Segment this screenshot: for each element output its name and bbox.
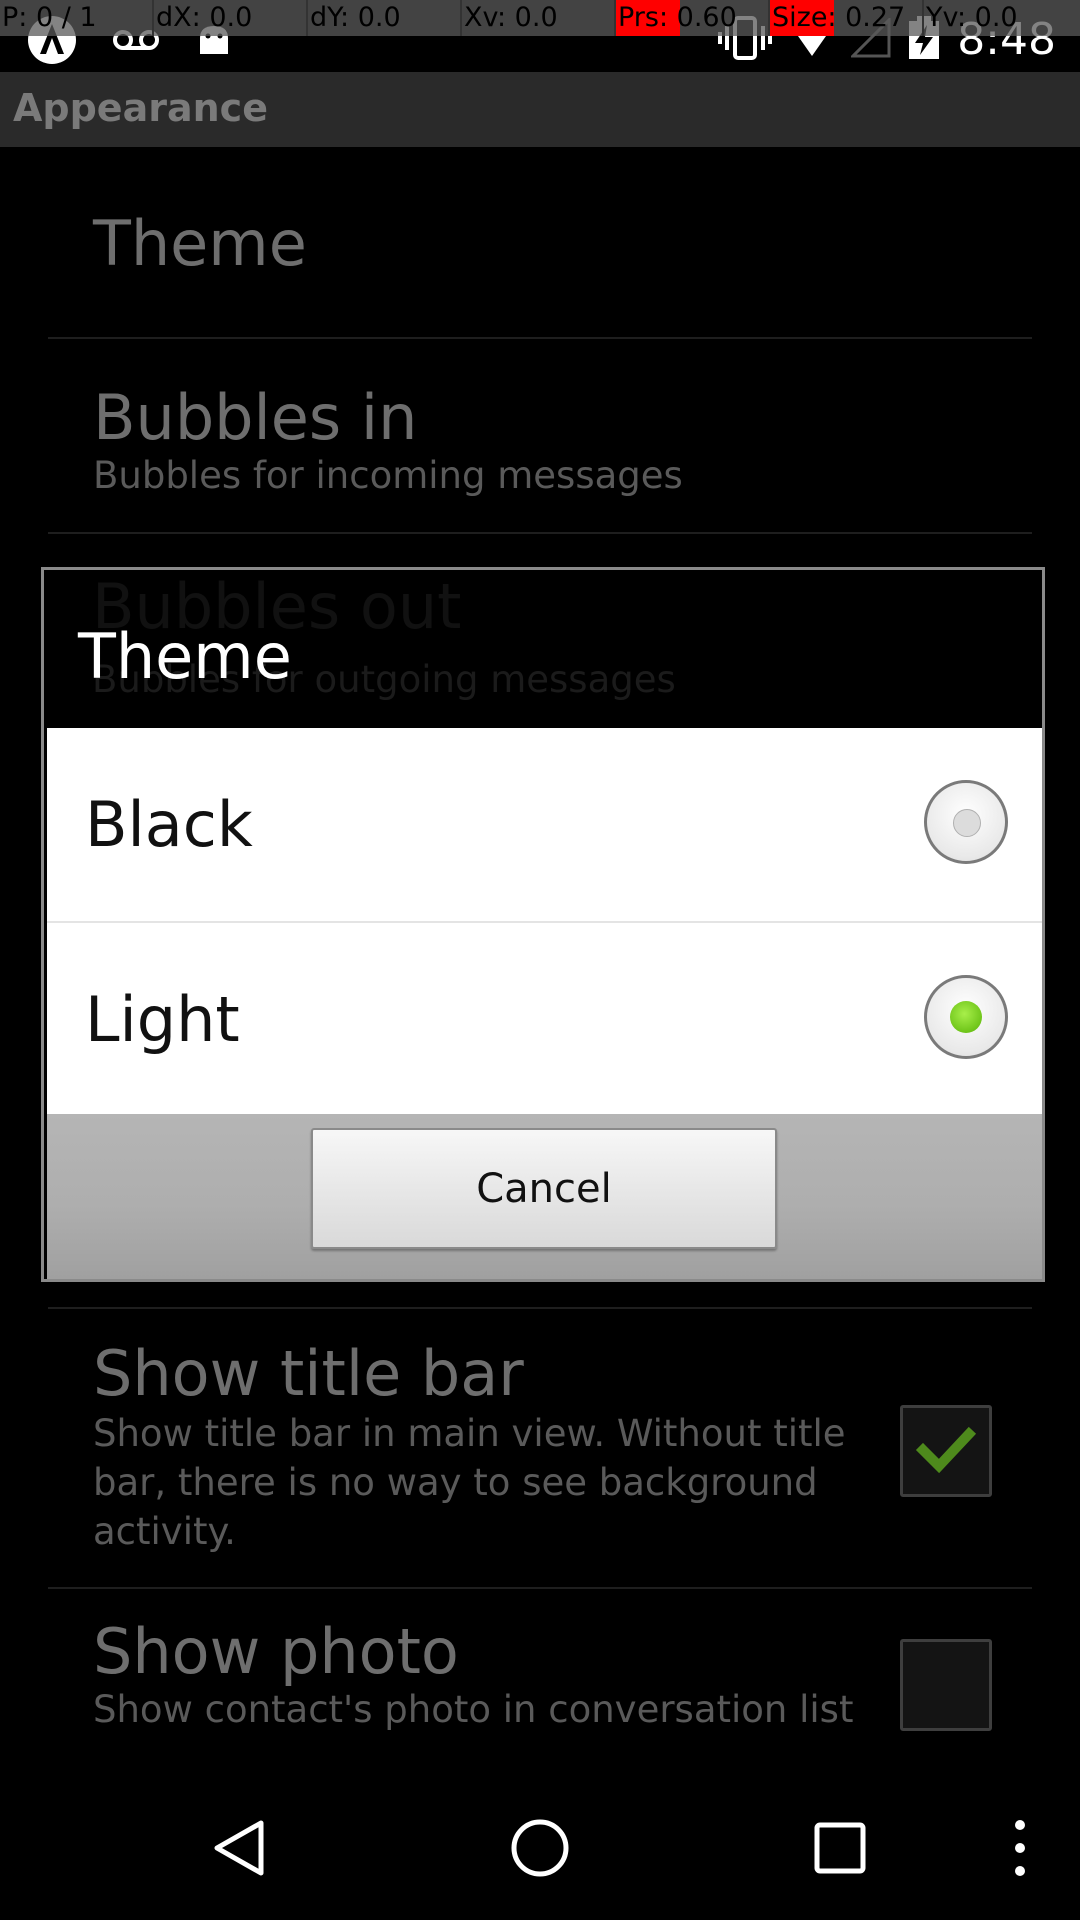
back-icon: [214, 1820, 264, 1876]
radio-button-light[interactable]: [924, 975, 1008, 1059]
debug-dx: dX: 0.0: [154, 0, 308, 36]
theme-option-black[interactable]: Black: [47, 728, 1042, 921]
pointer-location-overlay: P: 0 / 1 dX: 0.0 dY: 0.0 Xv: 0.0 Prs: 0.…: [0, 0, 1080, 36]
pref-item-show-photo[interactable]: Show photo Show contact's photo in conve…: [48, 1589, 1032, 1789]
pref-item-summary: Show title bar in main view. Without tit…: [93, 1412, 846, 1553]
dialog-options-list: Black Light: [47, 728, 1042, 1114]
pref-item-show-title-bar[interactable]: Show title bar Show title bar in main vi…: [48, 1307, 1032, 1589]
option-label: Black: [85, 788, 253, 861]
debug-dy: dY: 0.0: [308, 0, 462, 36]
overflow-menu-button[interactable]: [990, 1776, 1050, 1920]
navigation-bar: [0, 1776, 1080, 1920]
overflow-menu-icon: [1015, 1820, 1025, 1876]
show-photo-checkbox[interactable]: [900, 1639, 992, 1731]
option-label: Light: [85, 983, 240, 1056]
pref-item-title: Bubbles in: [93, 381, 418, 454]
pref-item-bubbles-in[interactable]: Bubbles in Bubbles for incoming messages: [48, 339, 1032, 534]
theme-dialog: Bubbles out Bubbles for outgoing message…: [41, 567, 1045, 1282]
pref-item-summary: Bubbles for incoming messages: [93, 454, 683, 497]
screen: 8:48 P: 0 / 1 dX: 0.0 dY: 0.0 Xv: 0.0 Pr…: [0, 0, 1080, 1920]
action-bar-title: Appearance: [13, 86, 268, 130]
recents-icon: [814, 1822, 866, 1874]
cancel-button[interactable]: Cancel: [311, 1128, 777, 1249]
debug-pointer-count: P: 0 / 1: [0, 0, 154, 36]
pref-item-summary: Show contact's photo in conversation lis…: [93, 1688, 854, 1731]
radio-selected-dot: [950, 1001, 982, 1033]
dialog-title: Theme: [78, 620, 292, 693]
checkmark-icon: [915, 1426, 977, 1474]
home-button[interactable]: [480, 1776, 600, 1920]
dialog-button-bar: Cancel: [47, 1114, 1042, 1279]
debug-x-velocity: Xv: 0.0: [462, 0, 616, 36]
home-icon: [511, 1819, 569, 1877]
show-title-bar-checkbox[interactable]: [900, 1405, 992, 1497]
debug-y-velocity: Yv: 0.0: [926, 2, 1018, 33]
pref-item-theme[interactable]: Theme: [48, 147, 1032, 339]
radio-button-black[interactable]: [924, 780, 1008, 864]
action-bar: Appearance: [0, 72, 1080, 147]
debug-size: Size: 0.27: [770, 0, 924, 36]
dialog-title-area: Bubbles out Bubbles for outgoing message…: [44, 570, 1042, 728]
pref-item-title: Show title bar: [93, 1337, 524, 1410]
back-button[interactable]: [180, 1776, 300, 1920]
pref-item-title: Show photo: [93, 1615, 459, 1688]
recents-button[interactable]: [780, 1776, 900, 1920]
debug-pressure: Prs: 0.60: [616, 0, 770, 36]
radio-unselected-dot: [953, 809, 981, 837]
theme-option-light[interactable]: Light: [47, 921, 1042, 1114]
status-bar: 8:48 P: 0 / 1 dX: 0.0 dY: 0.0 Xv: 0.0 Pr…: [0, 0, 1080, 72]
pref-item-title: Theme: [93, 207, 307, 280]
